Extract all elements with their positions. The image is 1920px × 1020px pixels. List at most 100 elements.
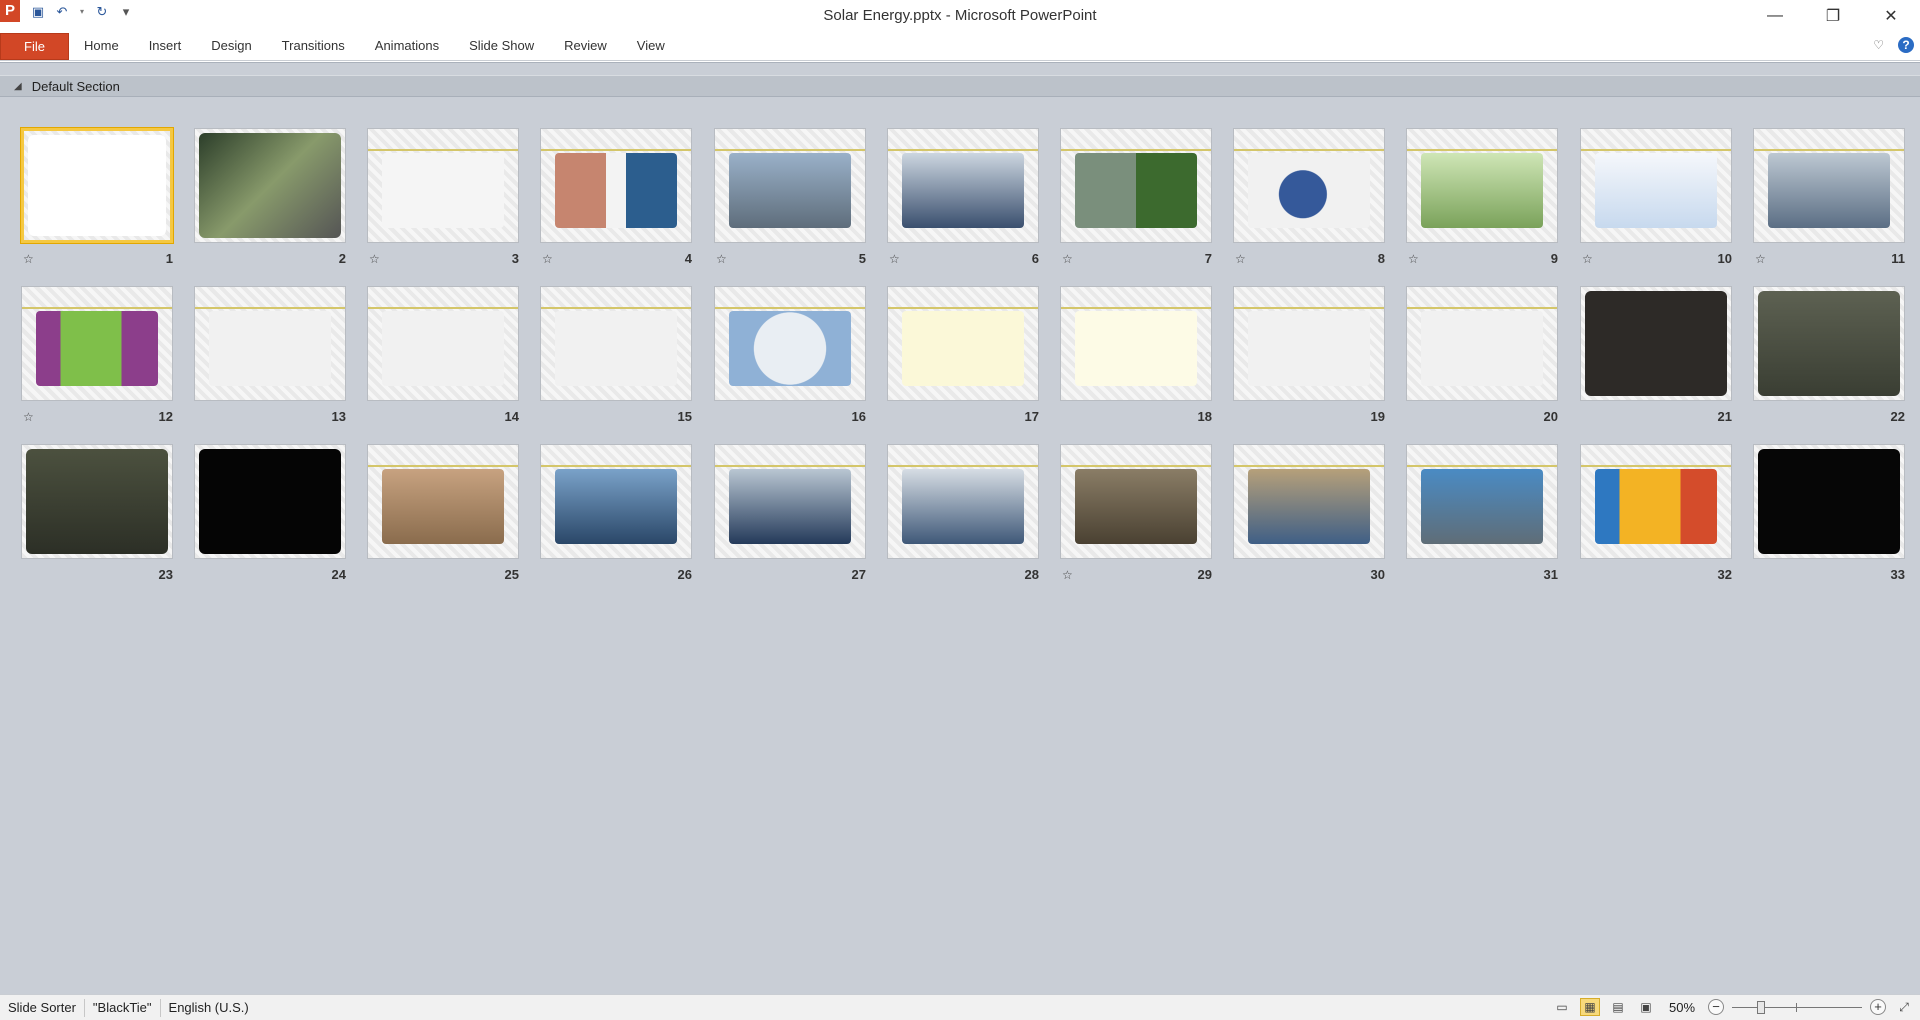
slide-thumbnail[interactable] [1406, 128, 1558, 243]
slide-thumbnail[interactable] [540, 286, 692, 401]
slide-thumbnail[interactable] [21, 128, 173, 243]
slide-thumbnail[interactable] [540, 128, 692, 243]
help-icon[interactable]: ? [1898, 37, 1914, 53]
zoom-in-icon[interactable]: + [1870, 999, 1886, 1015]
slide-thumbnail[interactable] [1060, 128, 1212, 243]
slide-thumbnail[interactable] [1060, 286, 1212, 401]
section-name: Default Section [31, 78, 120, 94]
slide-thumbnail[interactable] [367, 286, 519, 401]
slide-number: 27 [851, 567, 866, 582]
slide-number: 16 [851, 409, 866, 424]
slide-thumbnail[interactable] [1753, 444, 1905, 559]
slide-thumbnail[interactable] [714, 286, 866, 401]
tab-animations[interactable]: Animations [360, 31, 454, 60]
transition-icon[interactable]: ☆ [23, 410, 34, 424]
slide-thumbnail[interactable] [1406, 286, 1558, 401]
transition-icon[interactable]: ☆ [1408, 252, 1419, 266]
tab-insert[interactable]: Insert [134, 31, 197, 60]
zoom-level[interactable]: 50% [1664, 1000, 1700, 1015]
reading-view-icon[interactable]: ▤ [1608, 998, 1628, 1016]
redo-icon[interactable]: ↻ [94, 4, 110, 20]
transition-icon[interactable]: ☆ [369, 252, 380, 266]
slide-number: 18 [1197, 409, 1212, 424]
slide-number: 30 [1370, 567, 1385, 582]
title-bar: P ▣ ↶ ▾ ↻ ▾ Solar Energy.pptx - Microsof… [0, 0, 1920, 31]
slide-thumbnail[interactable] [194, 286, 346, 401]
slide-content-image [26, 449, 168, 554]
slide-thumbnail[interactable] [714, 128, 866, 243]
tab-design[interactable]: Design [196, 31, 266, 60]
section-header[interactable]: ◢ Default Section [0, 75, 1920, 97]
slide-thumbnail[interactable] [367, 444, 519, 559]
quick-access-toolbar: ▣ ↶ ▾ ↻ ▾ [30, 4, 134, 20]
slide-thumbnail[interactable] [1753, 286, 1905, 401]
collapse-section-icon[interactable]: ◢ [14, 81, 22, 92]
slide-thumbnail[interactable] [194, 128, 346, 243]
slide-title-rule [1581, 465, 1731, 467]
slide-thumbnail[interactable] [21, 444, 173, 559]
powerpoint-app-icon[interactable]: P [0, 0, 20, 22]
restore-icon[interactable]: ❐ [1804, 0, 1862, 31]
slide-thumbnail[interactable] [1580, 444, 1732, 559]
slide-thumbnail[interactable] [1233, 444, 1385, 559]
transition-icon[interactable]: ☆ [1582, 252, 1593, 266]
undo-dropdown-icon[interactable]: ▾ [78, 4, 86, 20]
slide-thumbnail[interactable] [887, 444, 1039, 559]
normal-view-icon[interactable]: ▭ [1552, 998, 1572, 1016]
slide-thumbnail[interactable] [887, 128, 1039, 243]
tab-transitions[interactable]: Transitions [267, 31, 360, 60]
slide-number: 3 [511, 251, 519, 266]
tab-view[interactable]: View [622, 31, 680, 60]
undo-icon[interactable]: ↶ [54, 4, 70, 20]
expand-ribbon-icon[interactable]: ♡ [1873, 38, 1884, 52]
slide-show-view-icon[interactable]: ▣ [1636, 998, 1656, 1016]
transition-icon[interactable]: ☆ [542, 252, 553, 266]
slide-content-image [382, 311, 504, 386]
slide-thumbnail[interactable] [1406, 444, 1558, 559]
transition-icon[interactable]: ☆ [1755, 252, 1766, 266]
slide-thumbnail[interactable] [1753, 128, 1905, 243]
tab-home[interactable]: Home [69, 31, 134, 60]
slide-content-image [1595, 153, 1717, 228]
slide-number: 24 [331, 567, 346, 582]
slide-sorter-pane[interactable]: ◢ Default Section 1 ☆ 2 3 ☆ 4 ☆ 5 ☆ 6 ☆ 7 ☆ 8 ☆ 9 ☆ 10 ☆ 11… [0, 62, 1920, 994]
slide-content-image [1758, 449, 1900, 554]
slide-thumbnail[interactable] [367, 128, 519, 243]
slide-thumbnail[interactable] [887, 286, 1039, 401]
tab-file[interactable]: File [0, 33, 69, 60]
slide-number: 33 [1890, 567, 1905, 582]
slide-thumbnail[interactable] [21, 286, 173, 401]
zoom-out-icon[interactable]: − [1708, 999, 1724, 1015]
slide-thumbnail[interactable] [1580, 286, 1732, 401]
zoom-thumb[interactable] [1756, 1001, 1765, 1014]
tab-review[interactable]: Review [549, 31, 622, 60]
slide-title-rule [1061, 149, 1211, 151]
transition-icon[interactable]: ☆ [716, 252, 727, 266]
transition-icon[interactable]: ☆ [23, 252, 34, 266]
customize-toolbar-icon[interactable]: ▾ [118, 4, 134, 20]
slide-thumbnail[interactable] [1060, 444, 1212, 559]
slide-thumbnail[interactable] [714, 444, 866, 559]
slide-thumbnail[interactable] [1233, 128, 1385, 243]
tab-slide-show[interactable]: Slide Show [454, 31, 549, 60]
window-title: Solar Energy.pptx - Microsoft PowerPoint [823, 7, 1097, 24]
slide-title-rule [541, 307, 691, 309]
slide-thumbnail[interactable] [1233, 286, 1385, 401]
zoom-slider[interactable] [1732, 999, 1862, 1015]
fit-to-window-icon[interactable]: ⤢ [1894, 998, 1914, 1016]
minimize-icon[interactable]: — [1746, 0, 1804, 31]
slide-number: 31 [1543, 567, 1558, 582]
status-language[interactable]: English (U.S.) [161, 999, 257, 1017]
slide-thumbnail[interactable] [194, 444, 346, 559]
slide-number: 8 [1377, 251, 1385, 266]
slide-number: 26 [677, 567, 692, 582]
close-icon[interactable]: ✕ [1862, 0, 1920, 31]
transition-icon[interactable]: ☆ [889, 252, 900, 266]
slide-thumbnail[interactable] [540, 444, 692, 559]
slide-thumbnail[interactable] [1580, 128, 1732, 243]
save-icon[interactable]: ▣ [30, 4, 46, 20]
transition-icon[interactable]: ☆ [1235, 252, 1246, 266]
transition-icon[interactable]: ☆ [1062, 252, 1073, 266]
slide-sorter-view-icon[interactable]: ▦ [1580, 998, 1600, 1016]
transition-icon[interactable]: ☆ [1062, 568, 1073, 582]
